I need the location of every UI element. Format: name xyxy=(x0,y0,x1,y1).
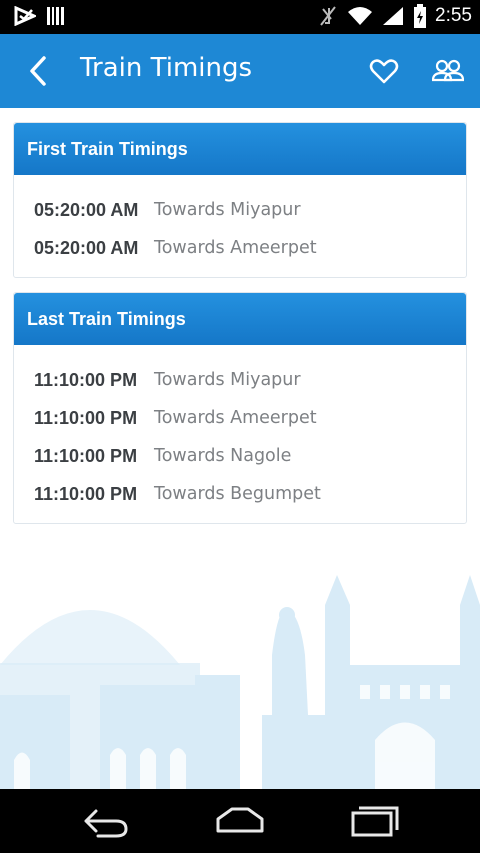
train-time: 11:10:00 PM xyxy=(34,369,138,390)
list-item: 11:10:00 PM Towards Ameerpet xyxy=(14,399,466,437)
list-item: 11:10:00 PM Towards Nagole xyxy=(14,437,466,475)
list-item: 05:20:00 AM Towards Ameerpet xyxy=(14,229,466,267)
nav-recents-button[interactable] xyxy=(350,803,400,843)
list-item: 11:10:00 PM Towards Miyapur xyxy=(14,361,466,399)
train-time: 11:10:00 PM xyxy=(34,483,138,504)
train-time: 11:10:00 PM xyxy=(34,407,138,428)
page-title: Train Timings xyxy=(80,53,253,83)
system-icons: 2:55 xyxy=(317,4,472,28)
group-button[interactable] xyxy=(431,58,465,86)
train-time: 05:20:00 AM xyxy=(34,199,139,220)
train-destination: Towards Miyapur xyxy=(154,370,301,390)
train-destination: Towards Miyapur xyxy=(154,200,301,220)
status-clock: 2:55 xyxy=(435,5,472,26)
signal-icon xyxy=(383,7,404,25)
last-train-card: Last Train Timings 11:10:00 PM Towards M… xyxy=(13,292,467,524)
train-destination: Towards Ameerpet xyxy=(154,238,317,258)
train-destination: Towards Ameerpet xyxy=(154,408,317,428)
notification-icons xyxy=(14,6,66,26)
nav-back-button[interactable] xyxy=(82,803,130,843)
train-time: 11:10:00 PM xyxy=(34,445,138,466)
train-time: 05:20:00 AM xyxy=(34,237,139,258)
status-bar: 2:55 xyxy=(0,0,480,34)
train-destination: Towards Nagole xyxy=(154,446,292,466)
app-bar: Train Timings xyxy=(0,34,480,108)
nav-back-icon xyxy=(84,809,128,838)
city-skyline-illustration xyxy=(0,575,480,789)
first-train-header: First Train Timings xyxy=(14,123,466,175)
last-train-header: Last Train Timings xyxy=(14,293,466,345)
back-button[interactable] xyxy=(24,54,52,88)
barcode-icon xyxy=(47,7,64,25)
back-arrow-icon xyxy=(30,56,46,86)
notification-icon xyxy=(14,6,36,26)
system-nav-bar xyxy=(0,789,480,853)
nav-home-icon xyxy=(216,807,264,833)
battery-icon xyxy=(414,4,427,28)
mute-icon xyxy=(320,6,336,26)
nav-recents-icon xyxy=(351,806,399,837)
list-item: 05:20:00 AM Towards Miyapur xyxy=(14,191,466,229)
first-train-card: First Train Timings 05:20:00 AM Towards … xyxy=(13,122,467,278)
group-icon xyxy=(431,59,465,82)
nav-home-button[interactable] xyxy=(215,803,265,843)
train-destination: Towards Begumpet xyxy=(154,484,321,504)
heart-icon xyxy=(369,59,399,84)
favorite-button[interactable] xyxy=(369,56,399,86)
list-item: 11:10:00 PM Towards Begumpet xyxy=(14,475,466,513)
wifi-icon xyxy=(348,7,373,25)
